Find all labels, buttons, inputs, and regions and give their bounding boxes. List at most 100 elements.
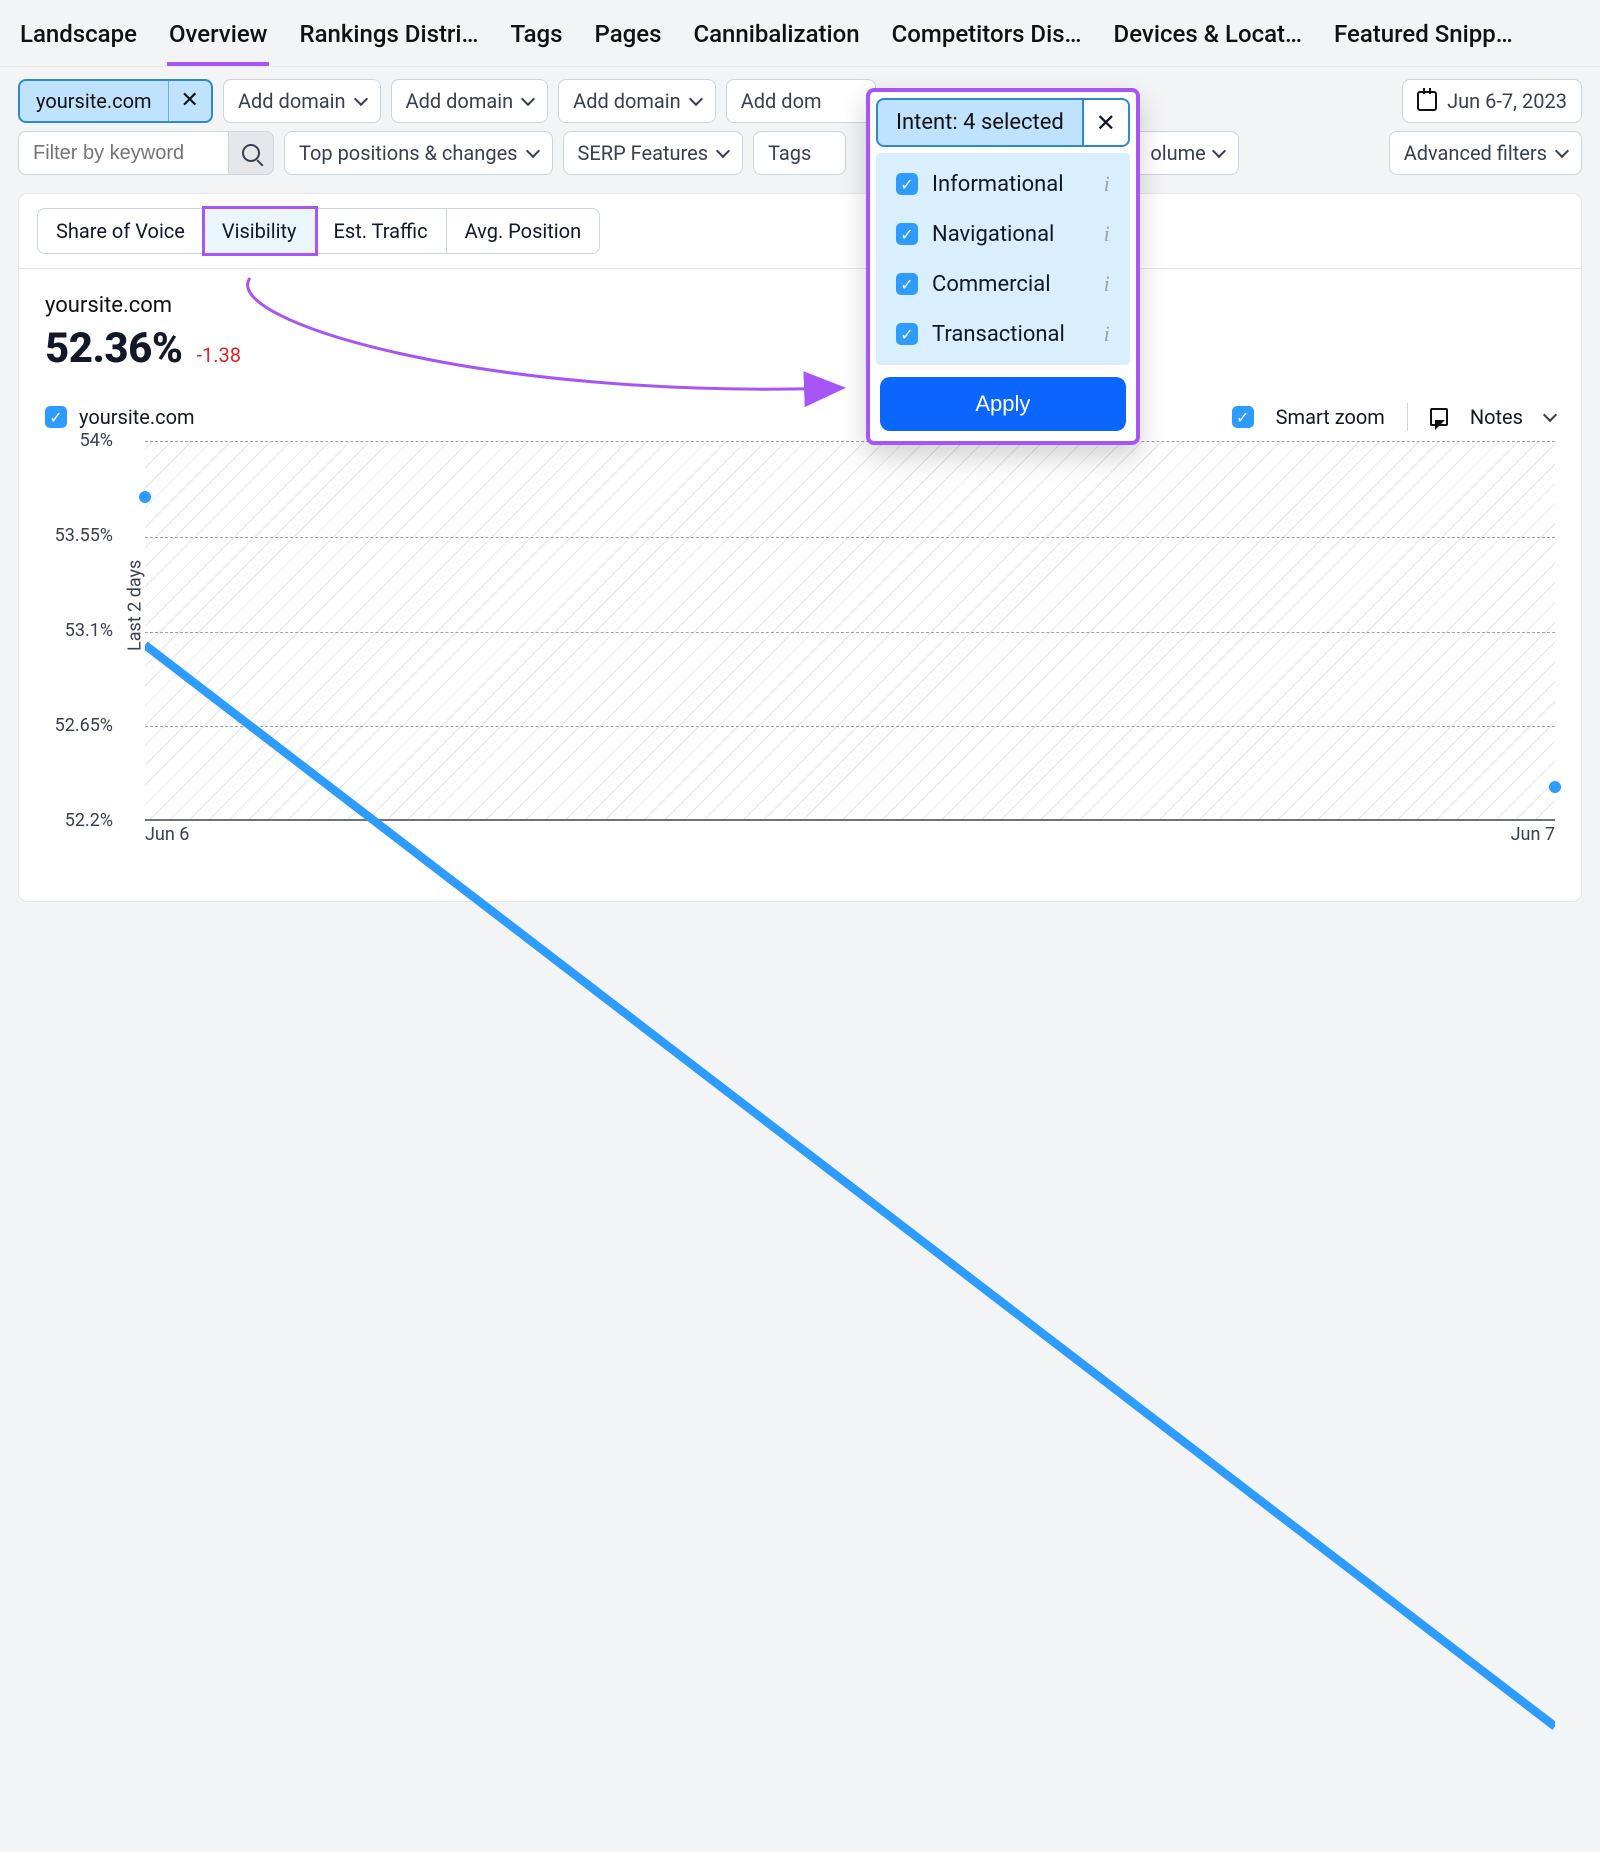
info-icon[interactable]: i [1104, 271, 1110, 297]
intent-option-checkbox[interactable]: ✓ [896, 323, 918, 345]
keyword-filter-input[interactable] [18, 131, 228, 175]
nav-item-pages[interactable]: Pages [593, 10, 664, 66]
view-tabs: Share of Voice Visibility Est. Traffic A… [19, 194, 1581, 254]
tab-est-traffic[interactable]: Est. Traffic [316, 208, 447, 254]
nav-item-devices-locations[interactable]: Devices & Locat… [1112, 10, 1304, 66]
filter-volume-label: olume [1150, 141, 1205, 165]
metric-delta: -1.38 [196, 343, 241, 367]
metric-domain: yoursite.com [45, 293, 1555, 318]
top-nav: Landscape Overview Rankings Distri… Tags… [0, 0, 1600, 67]
filter-tags-label: Tags [768, 141, 811, 165]
chevron-down-icon [1555, 144, 1569, 158]
domain-chip-close[interactable]: ✕ [168, 80, 211, 122]
search-icon [242, 144, 260, 162]
chevron-down-icon [716, 144, 730, 158]
add-domain-3[interactable]: Add domain [558, 79, 716, 123]
intent-option-checkbox[interactable]: ✓ [896, 223, 918, 245]
add-domain-label: Add domain [238, 89, 346, 113]
calendar-icon [1417, 91, 1437, 111]
add-domain-label: Add domain [406, 89, 514, 113]
intent-filter-chip[interactable]: Intent: 4 selected [876, 98, 1084, 147]
data-point[interactable] [1549, 781, 1561, 793]
intent-filter-popover: Intent: 4 selected ✕ ✓ Informational i ✓… [866, 88, 1140, 445]
tab-share-of-voice[interactable]: Share of Voice [37, 208, 204, 254]
intent-apply-button[interactable]: Apply [880, 377, 1126, 431]
chevron-down-icon [1543, 408, 1557, 422]
notes-icon [1430, 408, 1448, 426]
nav-item-cannibalization[interactable]: Cannibalization [691, 10, 861, 66]
domain-chip[interactable]: yoursite.com ✕ [18, 79, 213, 123]
date-range-picker[interactable]: Jun 6-7, 2023 [1402, 79, 1582, 123]
filter-serp-features-label: SERP Features [578, 141, 709, 165]
filters-row-2: Top positions & changes SERP Features Ta… [0, 123, 1600, 179]
data-point[interactable] [139, 491, 151, 503]
intent-option-checkbox[interactable]: ✓ [896, 173, 918, 195]
nav-item-landscape[interactable]: Landscape [18, 10, 139, 66]
filter-top-positions[interactable]: Top positions & changes [284, 131, 553, 175]
intent-option-navigational[interactable]: ✓ Navigational i [880, 209, 1126, 259]
legend-series-checkbox[interactable]: ✓ [45, 406, 67, 428]
filter-top-positions-label: Top positions & changes [299, 141, 518, 165]
info-icon[interactable]: i [1104, 221, 1110, 247]
add-domain-label: Add domain [573, 89, 681, 113]
chevron-down-icon [521, 92, 535, 106]
intent-option-label: Informational [932, 172, 1064, 197]
y-axis: 54% 53.55% 53.1% 52.65% 52.2% [45, 441, 121, 821]
add-domain-2[interactable]: Add domain [391, 79, 549, 123]
add-domain-1[interactable]: Add domain [223, 79, 381, 123]
series-line [145, 442, 1555, 1852]
intent-filter-clear[interactable]: ✕ [1084, 98, 1130, 147]
y-axis-title: Last 2 days [125, 560, 146, 651]
visibility-chart: 54% 53.55% 53.1% 52.65% 52.2% Last 2 day… [45, 441, 1555, 861]
info-icon[interactable]: i [1104, 321, 1110, 347]
keyword-filter-group [18, 131, 274, 175]
metric-row: yoursite.com 52.36% -1.38 [19, 268, 1581, 373]
filters-row-1: yoursite.com ✕ Add domain Add domain Add… [0, 67, 1600, 123]
nav-item-rankings-distribution[interactable]: Rankings Distri… [297, 10, 480, 66]
intent-option-label: Navigational [932, 222, 1054, 247]
plot-area [145, 441, 1555, 821]
metric-value-row: 52.36% -1.38 [45, 324, 1555, 373]
tab-visibility[interactable]: Visibility [204, 208, 316, 254]
domain-chip-label: yoursite.com [20, 81, 168, 121]
notes-label[interactable]: Notes [1470, 405, 1523, 429]
legend-row: ✓ yoursite.com ✓ Smart zoom Notes [19, 373, 1581, 431]
divider [1407, 403, 1408, 431]
legend-series-label: yoursite.com [79, 405, 195, 429]
smart-zoom-checkbox[interactable]: ✓ [1232, 406, 1254, 428]
add-domain-label-trunc: Add dom [741, 89, 822, 113]
nav-item-featured-snippets[interactable]: Featured Snipp… [1332, 10, 1515, 66]
filter-tags[interactable]: Tags [753, 131, 846, 175]
metric-value: 52.36% [45, 324, 182, 373]
tab-avg-position[interactable]: Avg. Position [447, 208, 601, 254]
filter-volume-truncated[interactable]: olume [1136, 131, 1238, 175]
intent-option-label: Transactional [932, 322, 1065, 347]
intent-options: ✓ Informational i ✓ Navigational i ✓ Com… [876, 153, 1130, 365]
date-range-label: Jun 6-7, 2023 [1447, 89, 1567, 113]
info-icon[interactable]: i [1104, 171, 1110, 197]
smart-zoom-label: Smart zoom [1276, 405, 1385, 429]
x-axis: Jun 6 Jun 7 [145, 824, 1555, 845]
intent-option-informational[interactable]: ✓ Informational i [880, 159, 1126, 209]
intent-option-commercial[interactable]: ✓ Commercial i [880, 259, 1126, 309]
nav-item-tags[interactable]: Tags [509, 10, 565, 66]
keyword-filter-search-button[interactable] [228, 131, 274, 175]
legend-right: ✓ Smart zoom Notes [1232, 403, 1555, 431]
nav-item-competitors-discovery[interactable]: Competitors Dis… [890, 10, 1084, 66]
intent-popover-header: Intent: 4 selected ✕ [876, 98, 1130, 147]
chevron-down-icon [689, 92, 703, 106]
chevron-down-icon [525, 144, 539, 158]
chevron-down-icon [1212, 144, 1226, 158]
nav-item-overview[interactable]: Overview [167, 10, 270, 66]
filter-advanced[interactable]: Advanced filters [1389, 131, 1582, 175]
filter-advanced-label: Advanced filters [1404, 141, 1547, 165]
intent-option-transactional[interactable]: ✓ Transactional i [880, 309, 1126, 359]
x-tick: Jun 6 [145, 824, 189, 845]
chevron-down-icon [353, 92, 367, 106]
intent-option-label: Commercial [932, 272, 1051, 297]
intent-option-checkbox[interactable]: ✓ [896, 273, 918, 295]
visibility-card: Share of Voice Visibility Est. Traffic A… [18, 193, 1582, 902]
add-domain-4[interactable]: Add dom [726, 79, 876, 123]
x-tick: Jun 7 [1511, 824, 1555, 845]
filter-serp-features[interactable]: SERP Features [563, 131, 744, 175]
